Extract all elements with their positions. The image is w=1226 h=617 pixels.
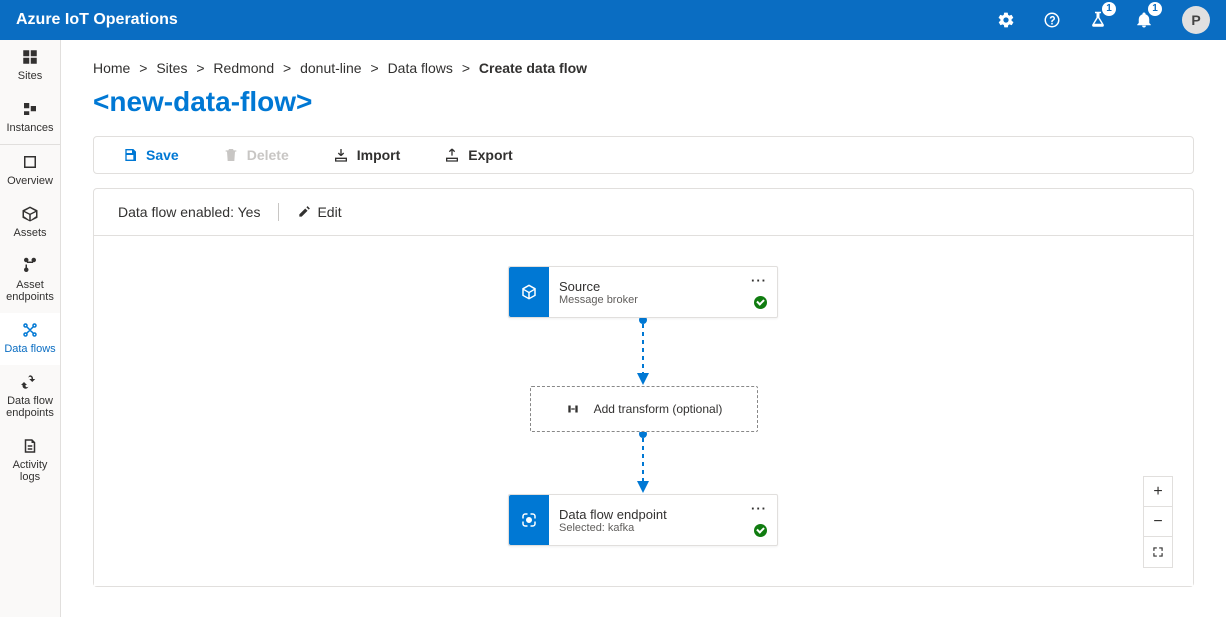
status-text: Data flow enabled: Yes xyxy=(118,204,260,220)
command-bar: Save Delete Import Export xyxy=(93,136,1194,174)
delete-icon xyxy=(223,147,239,163)
nav-activity-logs[interactable]: Activity logs xyxy=(0,429,60,493)
status-label: Data flow enabled: xyxy=(118,204,234,220)
node-dest-menu[interactable]: ··· xyxy=(751,501,767,516)
nav-asset-endpoints[interactable]: Asset endpoints xyxy=(0,249,60,313)
node-source-title: Source xyxy=(559,279,767,294)
zoom-panel: + − xyxy=(1143,476,1173,568)
nav-instances[interactable]: Instances xyxy=(0,92,60,144)
nav-label: Activity logs xyxy=(4,459,56,483)
nav-label: Overview xyxy=(7,175,53,187)
crumb-sep: > xyxy=(283,60,291,76)
crumb-sep: > xyxy=(139,60,147,76)
nav-label: Data flows xyxy=(4,343,55,355)
divider xyxy=(278,203,279,221)
node-source-icon-box xyxy=(509,267,549,317)
notifications-button[interactable]: 1 xyxy=(1128,4,1160,36)
instances-icon xyxy=(21,100,39,118)
cube-icon xyxy=(520,283,538,301)
nav-overview[interactable]: Overview xyxy=(0,144,60,197)
endpoint-icon xyxy=(520,511,538,529)
notifications-badge: 1 xyxy=(1148,2,1162,16)
help-icon xyxy=(1043,11,1061,29)
crumb-sep: > xyxy=(462,60,470,76)
side-nav: Sites Instances Overview Assets Asset en… xyxy=(0,40,61,617)
crumb-section[interactable]: Data flows xyxy=(388,60,453,76)
export-button[interactable]: Export xyxy=(444,147,512,163)
zoom-out-button[interactable]: − xyxy=(1144,507,1172,537)
crumb-sep: > xyxy=(370,60,378,76)
transform-icon xyxy=(566,402,580,416)
node-source-menu[interactable]: ··· xyxy=(751,273,767,288)
sites-icon xyxy=(21,48,39,66)
nav-label: Sites xyxy=(18,70,42,82)
crumb-sites[interactable]: Sites xyxy=(156,60,187,76)
nav-label: Asset endpoints xyxy=(4,279,56,303)
node-dest-title: Data flow endpoint xyxy=(559,507,767,522)
crumb-home[interactable]: Home xyxy=(93,60,130,76)
help-button[interactable] xyxy=(1036,4,1068,36)
activity-logs-icon xyxy=(21,437,39,455)
node-source[interactable]: Source Message broker ··· xyxy=(508,266,778,318)
edit-button[interactable]: Edit xyxy=(297,204,341,220)
nav-label: Assets xyxy=(13,227,46,239)
add-transform-button[interactable]: Add transform (optional) xyxy=(530,386,758,432)
app-title: Azure IoT Operations xyxy=(16,11,178,29)
diagnostics-button[interactable]: 1 xyxy=(1082,4,1114,36)
gear-icon xyxy=(997,11,1015,29)
status-bar: Data flow enabled: Yes Edit xyxy=(94,189,1193,236)
data-flows-icon xyxy=(21,321,39,339)
app-header: Azure IoT Operations 1 1 P xyxy=(0,0,1226,40)
node-dest-icon-box xyxy=(509,495,549,545)
status-ok-icon xyxy=(754,524,767,537)
main-content: Home > Sites > Redmond > donut-line > Da… xyxy=(61,40,1226,617)
status-ok-icon xyxy=(754,296,767,309)
dfe-icon xyxy=(21,373,39,391)
nav-assets[interactable]: Assets xyxy=(0,197,60,249)
settings-button[interactable] xyxy=(990,4,1022,36)
nav-label: Data flow endpoints xyxy=(4,395,56,419)
overview-icon xyxy=(21,153,39,171)
edit-label: Edit xyxy=(317,204,341,220)
node-dest-subtitle: Selected: kafka xyxy=(559,522,767,534)
node-destination[interactable]: Data flow endpoint Selected: kafka ··· xyxy=(508,494,778,546)
assets-icon xyxy=(21,205,39,223)
user-avatar[interactable]: P xyxy=(1182,6,1210,34)
crumb-current: Create data flow xyxy=(479,60,587,76)
crumb-line[interactable]: donut-line xyxy=(300,60,362,76)
canvas-panel: Data flow enabled: Yes Edit xyxy=(93,188,1194,587)
export-label: Export xyxy=(468,147,512,163)
pencil-icon xyxy=(297,205,311,219)
crumb-redmond[interactable]: Redmond xyxy=(213,60,274,76)
crumb-sep: > xyxy=(196,60,204,76)
zoom-in-button[interactable]: + xyxy=(1144,477,1172,507)
nav-data-flow-endpoints[interactable]: Data flow endpoints xyxy=(0,365,60,429)
node-source-body: Source Message broker xyxy=(549,267,777,317)
import-label: Import xyxy=(357,147,401,163)
node-source-subtitle: Message broker xyxy=(559,294,767,306)
zoom-fit-button[interactable] xyxy=(1144,537,1172,567)
import-icon xyxy=(333,147,349,163)
status-value: Yes xyxy=(238,204,261,220)
breadcrumb: Home > Sites > Redmond > donut-line > Da… xyxy=(93,60,1194,76)
nav-label: Instances xyxy=(6,122,53,134)
nav-data-flows[interactable]: Data flows xyxy=(0,313,60,365)
node-dest-body: Data flow endpoint Selected: kafka xyxy=(549,495,777,545)
page-title: <new-data-flow> xyxy=(93,86,1194,118)
delete-label: Delete xyxy=(247,147,289,163)
import-button[interactable]: Import xyxy=(333,147,401,163)
export-icon xyxy=(444,147,460,163)
nav-sites[interactable]: Sites xyxy=(0,40,60,92)
header-actions: 1 1 P xyxy=(990,4,1210,36)
fit-icon xyxy=(1151,545,1165,559)
transform-label: Add transform (optional) xyxy=(594,402,723,416)
diagnostics-badge: 1 xyxy=(1102,2,1116,16)
flow-canvas[interactable]: Source Message broker ··· Add transform … xyxy=(94,236,1193,586)
save-label: Save xyxy=(146,147,179,163)
save-button[interactable]: Save xyxy=(122,147,179,163)
delete-button: Delete xyxy=(223,147,289,163)
save-icon xyxy=(122,147,138,163)
asset-endpoints-icon xyxy=(21,257,39,275)
